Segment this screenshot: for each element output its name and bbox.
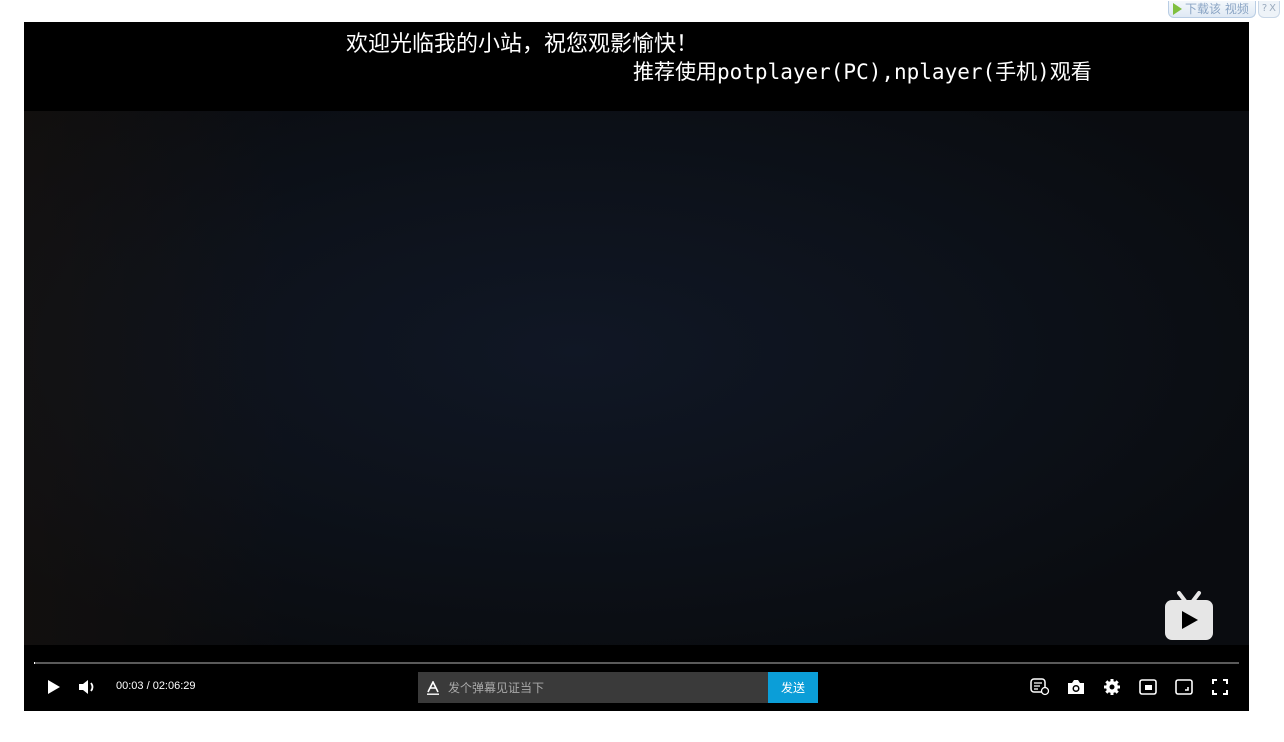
play-icon: [48, 680, 60, 694]
picture-in-picture-icon: [1139, 679, 1157, 695]
screenshot-button[interactable]: [1066, 677, 1086, 697]
progress-bar[interactable]: [34, 662, 1239, 664]
help-icon[interactable]: ?: [1262, 3, 1267, 14]
danmaku-style-button[interactable]: [418, 672, 448, 703]
close-icon[interactable]: X: [1269, 3, 1276, 14]
time-display: 00:03 / 02:06:29: [116, 680, 196, 692]
video-player: 欢迎光临我的小站，祝您观影愉快！ 推荐使用potplayer(PC),nplay…: [24, 22, 1249, 711]
welcome-text: 欢迎光临我的小站，祝您观影愉快！: [346, 32, 699, 57]
danmaku-bar: 发送: [418, 672, 818, 703]
fullscreen-button[interactable]: [1210, 677, 1230, 697]
camera-icon: [1068, 680, 1084, 694]
download-video-button[interactable]: 下载该 视频: [1168, 0, 1256, 18]
play-triangle-icon: [1173, 2, 1182, 15]
video-area[interactable]: [24, 111, 1249, 645]
send-danmaku-button[interactable]: 发送: [768, 672, 818, 703]
web-fullscreen-button[interactable]: [1174, 677, 1194, 697]
progress-fill: [34, 662, 35, 664]
web-fullscreen-icon: [1175, 679, 1193, 695]
danmaku-settings-icon: [1030, 678, 1050, 696]
volume-icon: [79, 680, 94, 694]
fullscreen-icon: [1212, 679, 1228, 695]
settings-button[interactable]: [1102, 677, 1122, 697]
recommend-text: 推荐使用potplayer(PC),nplayer(手机)观看: [633, 60, 1092, 84]
download-video-label: 下载该 视频: [1185, 2, 1249, 16]
danmaku-input[interactable]: [448, 673, 768, 702]
play-button[interactable]: [46, 679, 62, 695]
download-badge-controls: ? X: [1257, 0, 1280, 18]
download-video-badge: 下载该 视频 ? X: [1168, 0, 1280, 18]
danmaku-toggle-button[interactable]: [1030, 677, 1050, 697]
volume-button[interactable]: [78, 679, 98, 695]
control-bar: 00:03 / 02:06:29 发送: [24, 669, 1249, 705]
gear-icon: [1104, 679, 1120, 695]
tv-logo-icon: [1165, 591, 1213, 640]
text-style-icon: [427, 680, 439, 695]
pip-button[interactable]: [1138, 677, 1158, 697]
